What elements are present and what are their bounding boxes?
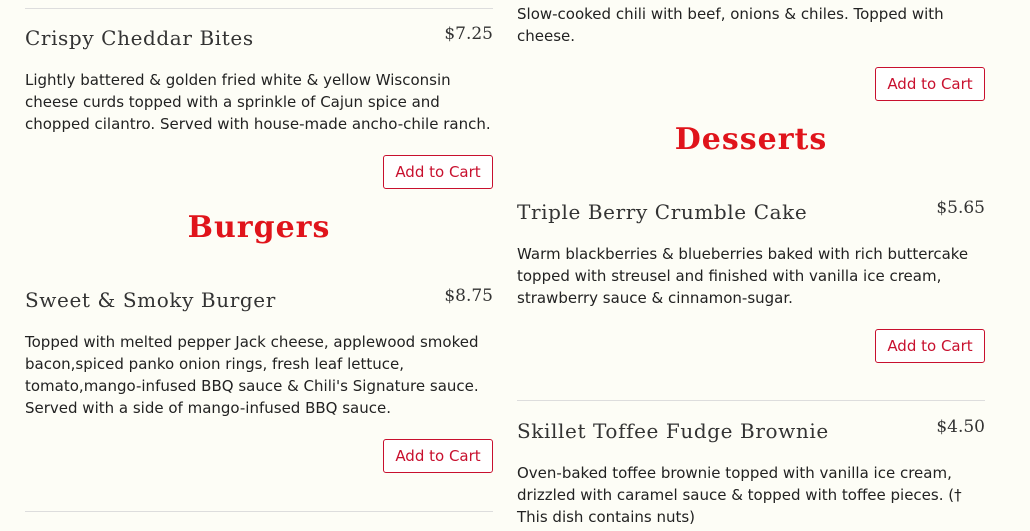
item-header: Crispy Cheddar Bites $7.25 [25,24,493,56]
menu-item-crispy-cheddar-bites: Crispy Cheddar Bites $7.25 Lightly batte… [25,24,493,189]
add-to-cart-button[interactable]: Add to Cart [875,329,985,363]
menu-item-skillet-toffee-fudge-brownie: Skillet Toffee Fudge Brownie $4.50 Oven-… [517,417,985,526]
item-header: Sweet & Smoky Burger $8.75 [25,286,493,318]
item-divider [25,511,493,512]
section-title-burgers: Burgers [187,210,331,245]
item-price: $4.50 [936,417,985,437]
add-to-cart-button[interactable]: Add to Cart [875,67,985,101]
item-name: Skillet Toffee Fudge Brownie [517,419,829,443]
item-description: Warm blackberries & blueberries baked wi… [517,245,969,307]
item-price: $7.25 [444,24,493,44]
menu-item-triple-berry-crumble-cake: Triple Berry Crumble Cake $5.65 Warm bla… [517,198,985,363]
item-name: Triple Berry Crumble Cake [517,200,808,224]
add-to-cart-button[interactable]: Add to Cart [383,155,493,189]
item-header: Skillet Toffee Fudge Brownie $4.50 [517,417,985,449]
item-price: $8.75 [444,286,493,306]
add-to-cart-button[interactable]: Add to Cart [383,439,493,473]
item-description: Slow-cooked chili with beef, onions & ch… [517,5,944,45]
item-name: Sweet & Smoky Burger [25,288,276,312]
item-price: $5.65 [936,198,985,218]
item-description: Oven-baked toffee brownie topped with va… [517,464,962,526]
item-divider [517,400,985,401]
item-header: Triple Berry Crumble Cake $5.65 [517,198,985,230]
item-description: Lightly battered & golden fried white & … [25,71,491,133]
item-name: Crispy Cheddar Bites [25,26,254,50]
menu-item-sweet-smoky-burger: Sweet & Smoky Burger $8.75 Topped with m… [25,286,493,473]
item-description: Topped with melted pepper Jack cheese, a… [25,333,479,417]
item-divider [25,8,493,9]
section-title-desserts: Desserts [674,122,828,157]
